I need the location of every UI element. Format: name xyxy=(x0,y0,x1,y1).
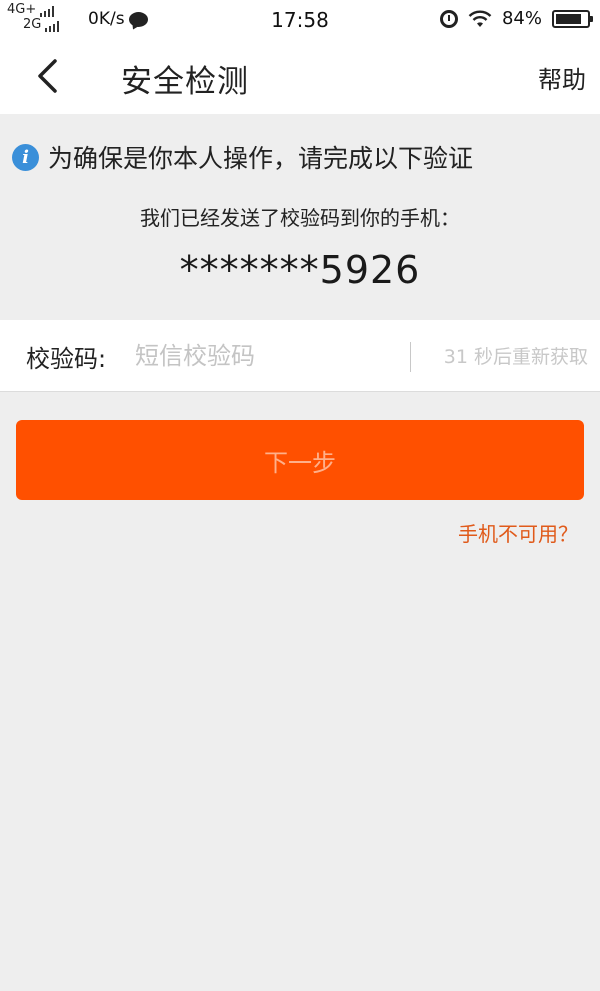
wifi-icon xyxy=(468,10,492,27)
help-button[interactable]: 帮助 xyxy=(538,60,586,95)
verification-code-row: 校验码: 31 秒后重新获取 xyxy=(0,320,600,392)
battery-icon xyxy=(552,9,593,28)
code-sent-message: 我们已经发送了校验码到你的手机： xyxy=(140,206,460,230)
verification-info: i 为确保是你本人操作，请完成以下验证 我们已经发送了校验码到你的手机： ***… xyxy=(0,114,600,320)
alarm-icon xyxy=(439,9,458,28)
input-divider xyxy=(410,342,411,372)
page-title: 安全检测 xyxy=(121,64,249,100)
resend-countdown-button[interactable]: 31 秒后重新获取 xyxy=(444,342,588,369)
back-button[interactable] xyxy=(30,54,64,98)
nav-bar: 安全检测 帮助 xyxy=(0,40,600,114)
status-bar: 4G+ 2G 0K/s 17:58 84% xyxy=(0,0,600,40)
phone-unavailable-link[interactable]: 手机不可用？ xyxy=(458,518,578,547)
back-chevron-icon xyxy=(38,59,57,93)
status-icons: 84% xyxy=(439,8,593,29)
next-step-button[interactable]: 下一步 xyxy=(16,420,584,500)
battery-percent: 84% xyxy=(501,8,542,29)
masked-phone-number: *******5926 xyxy=(179,248,421,292)
notice: i 为确保是你本人操作，请完成以下验证 xyxy=(12,139,473,175)
verification-code-input[interactable] xyxy=(135,334,400,378)
info-icon: i xyxy=(12,143,39,171)
notice-text: 为确保是你本人操作，请完成以下验证 xyxy=(48,144,474,173)
verification-code-label: 校验码: xyxy=(26,345,107,373)
